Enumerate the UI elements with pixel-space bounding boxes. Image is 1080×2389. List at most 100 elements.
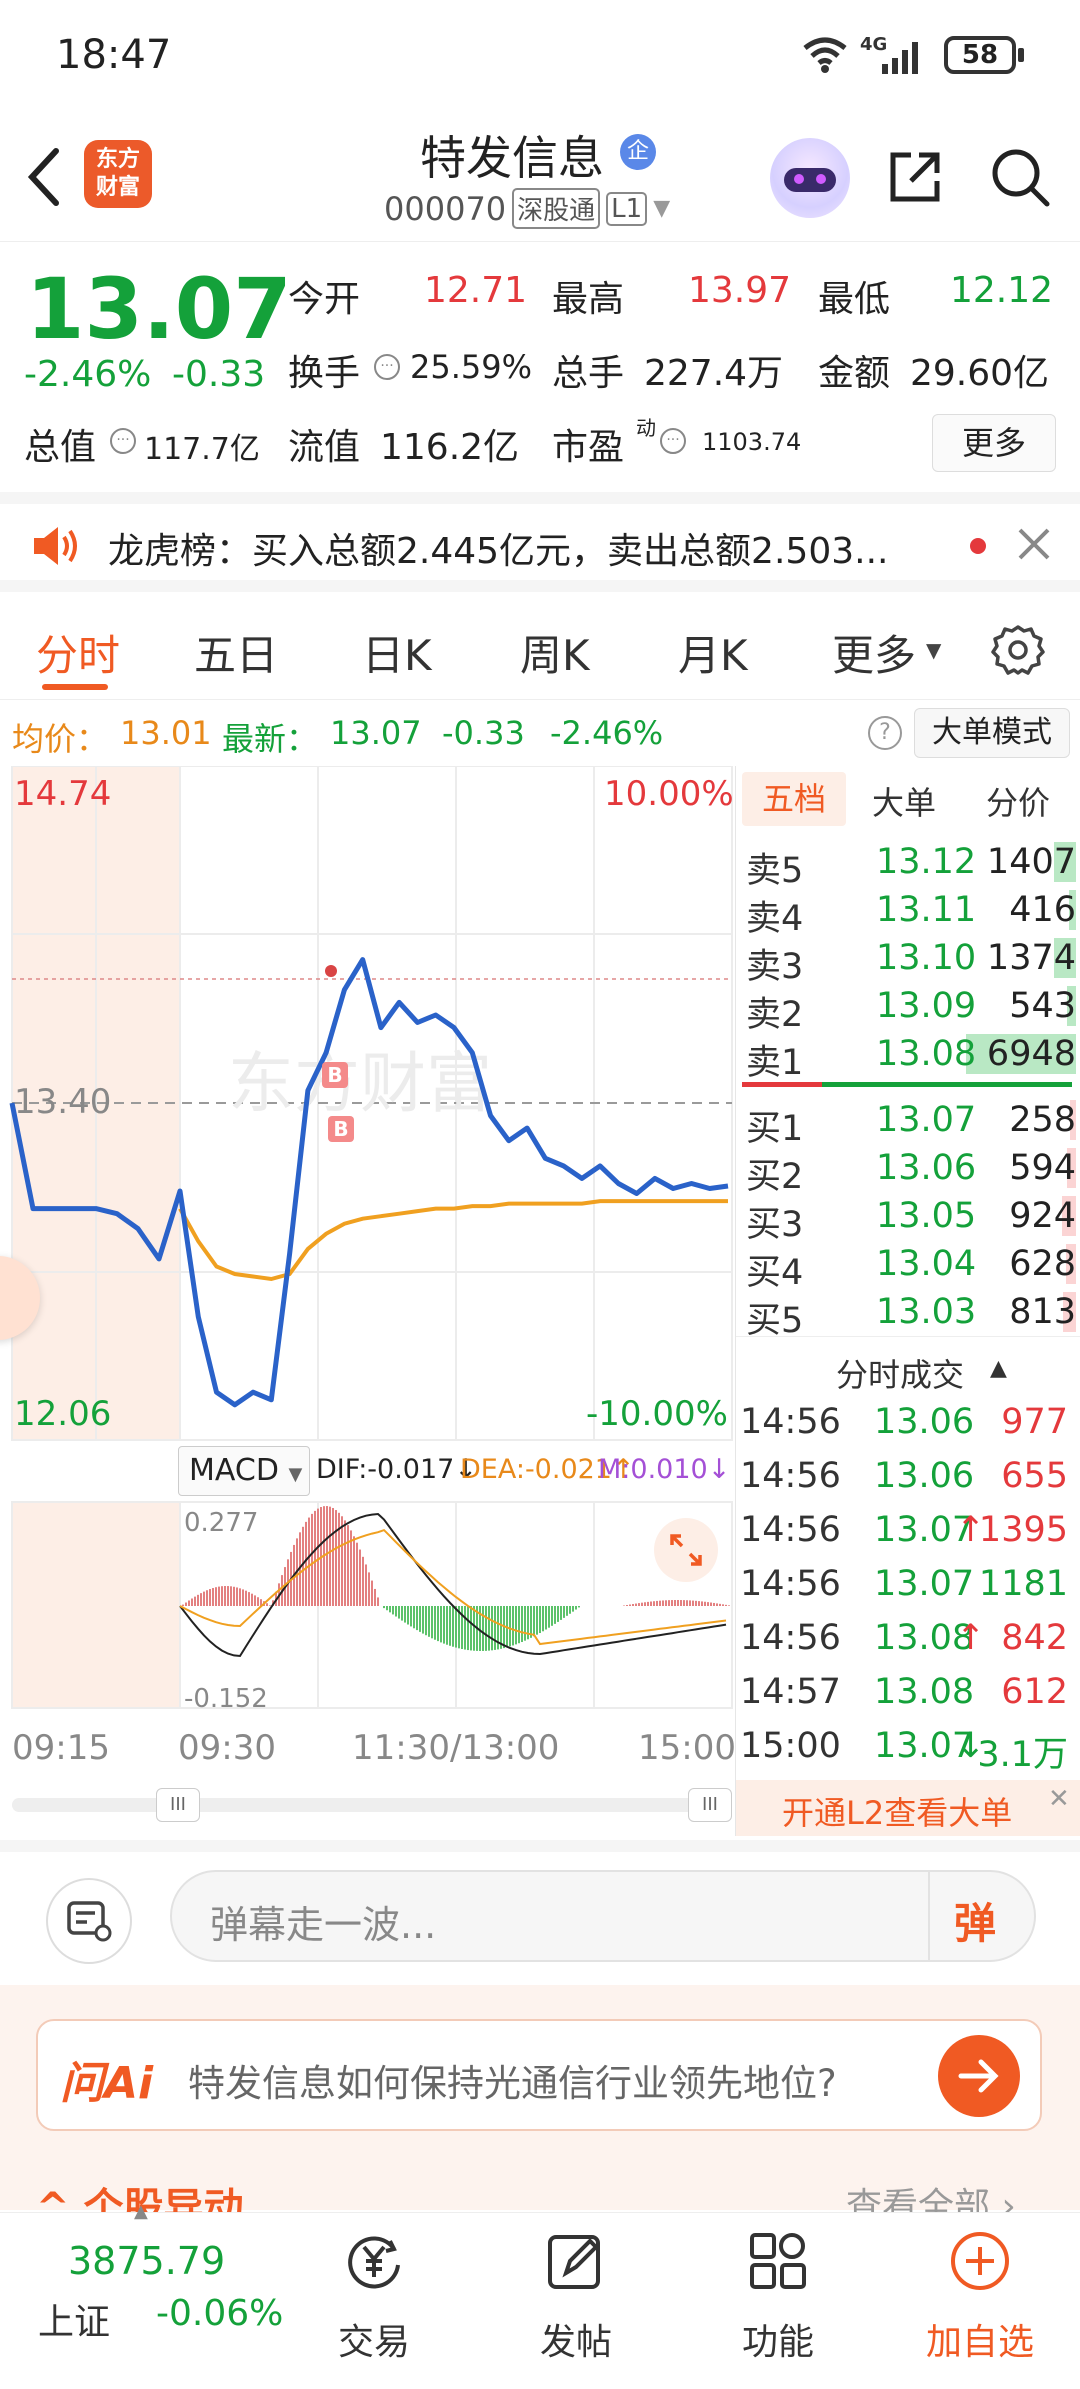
intraday-chart[interactable]: 东方财富 B B	[0, 766, 735, 1836]
time-label-midday: 11:30/13:00	[352, 1728, 560, 1768]
macd-bar	[197, 1594, 199, 1606]
tab-five-levels[interactable]: 五档	[742, 772, 846, 826]
info-icon[interactable]: ···	[660, 428, 686, 454]
time-scrollbar[interactable]	[12, 1798, 732, 1812]
bid-volume: 924	[1009, 1196, 1076, 1236]
scroll-handle-left[interactable]: III	[156, 1788, 200, 1822]
macd-bar	[386, 1606, 388, 1611]
nav-add-watchlist[interactable]: 加自选	[880, 2213, 1080, 2389]
bid-row[interactable]: 买2 13.06 594	[746, 1144, 1076, 1197]
volume-value: 227.4万	[644, 353, 784, 394]
tab-weekly-k[interactable]: 周K	[520, 622, 590, 683]
ask-row[interactable]: 卖1 13.08 6948	[746, 1030, 1076, 1083]
notice-text: 龙虎榜：买入总额2.445亿元，卖出总额2.503...	[108, 531, 889, 572]
macd-bar	[239, 1588, 241, 1606]
l2-banner[interactable]: 开通L2查看大单 ✕	[736, 1780, 1080, 1836]
intraday-chart-area[interactable]: 东方财富 B B 14.74 13.40 12.06 10.00% -10.00…	[0, 766, 736, 1836]
gear-icon[interactable]	[988, 620, 1048, 680]
macd-bar	[206, 1590, 208, 1606]
macd-bar	[191, 1598, 193, 1606]
float-value: 116.2亿	[380, 427, 520, 468]
macd-bar	[215, 1587, 217, 1606]
macd-bar	[428, 1606, 430, 1637]
bid-row[interactable]: 买5 13.03 813	[746, 1288, 1076, 1341]
tab-monthly-k[interactable]: 月K	[678, 622, 748, 683]
tab-intraday[interactable]: 分时	[36, 622, 120, 683]
macd-bar	[392, 1606, 394, 1615]
ask-row[interactable]: 卖5 13.12 1407	[746, 838, 1076, 891]
ai-logo: 问Ai	[60, 2058, 154, 2109]
stock-code-row[interactable]: 000070 深股通 L1 ▼	[384, 188, 670, 229]
share-icon[interactable]	[880, 142, 950, 212]
scroll-handle-right[interactable]: III	[688, 1788, 732, 1822]
info-icon[interactable]: ···	[374, 354, 400, 380]
big-order-mode-button[interactable]: 大单模式	[914, 708, 1070, 758]
trade-price: 13.06	[874, 1456, 975, 1496]
macd-bar	[419, 1606, 421, 1632]
index-ticker[interactable]: 3875.79 上证 -0.06%	[0, 2213, 290, 2389]
divider	[736, 1336, 1080, 1337]
macd-bar	[212, 1588, 214, 1606]
trades-title[interactable]: 分时成交	[836, 1350, 964, 1396]
index-change: -0.06%	[156, 2293, 284, 2334]
notice-bar[interactable]: 龙虎榜：买入总额2.445亿元，卖出总额2.503...	[0, 492, 1080, 592]
macd-bar	[245, 1590, 247, 1606]
bid-row[interactable]: 买1 13.07 258	[746, 1096, 1076, 1149]
tab-5day[interactable]: 五日	[194, 622, 278, 683]
tab-price-distribution[interactable]: 分价	[986, 778, 1050, 824]
ask-row[interactable]: 卖2 13.09 543	[746, 982, 1076, 1035]
macd-bar	[254, 1595, 256, 1606]
close-icon[interactable]	[1016, 526, 1052, 566]
danmaku-input[interactable]: 弹幕走一波... 弹	[170, 1870, 1036, 1962]
help-icon[interactable]: ?	[868, 716, 902, 750]
bid-row[interactable]: 买4 13.04 628	[746, 1240, 1076, 1293]
nav-function[interactable]: 功能	[678, 2213, 878, 2389]
danmaku-send-icon[interactable]: 弹	[954, 1890, 996, 1951]
tab-big-orders[interactable]: 大单	[872, 778, 936, 824]
robot-assistant-icon[interactable]	[770, 138, 850, 218]
add-circle-icon	[948, 2229, 1012, 2297]
macd-bar	[365, 1564, 367, 1606]
macd-bar	[665, 1600, 667, 1606]
buy-marker: B	[322, 1062, 348, 1088]
battery-level: 58	[961, 40, 999, 70]
macd-bar	[629, 1604, 631, 1606]
macd-bar	[626, 1604, 628, 1606]
ask-volume: 543	[1009, 986, 1076, 1026]
close-icon[interactable]: ✕	[1048, 1784, 1070, 1814]
status-bar: 18:47 4G 58	[0, 0, 1080, 110]
app-logo[interactable]: 东方 财富	[84, 140, 152, 208]
nav-trade[interactable]: 交易	[274, 2213, 474, 2389]
ask-row[interactable]: 卖3 13.10 1374	[746, 934, 1076, 987]
macd-bar	[362, 1556, 364, 1606]
info-icon[interactable]: ···	[110, 428, 136, 454]
tab-daily-k[interactable]: 日K	[362, 622, 432, 683]
macd-bar	[677, 1600, 679, 1606]
tab-more[interactable]: 更多	[832, 622, 916, 683]
macd-bar	[647, 1601, 649, 1606]
wifi-icon	[800, 34, 850, 78]
bid-row[interactable]: 买3 13.05 924	[746, 1192, 1076, 1245]
back-icon[interactable]	[14, 142, 74, 212]
open-value: 12.71	[424, 270, 528, 311]
macd-bar	[353, 1536, 355, 1606]
nav-post[interactable]: 发帖	[476, 2213, 676, 2389]
y-axis-bottom: 12.06	[14, 1394, 112, 1434]
ai-question-card[interactable]: 问Ai 特发信息如何保持光通信行业领先地位?	[36, 2019, 1042, 2131]
pct-axis-bottom: -10.00%	[586, 1394, 728, 1434]
trade-volume: 842	[1001, 1618, 1068, 1658]
amount-label: 金额	[818, 353, 891, 394]
macd-select[interactable]: MACD ▼	[178, 1446, 310, 1496]
macd-bar	[329, 1506, 331, 1606]
arrow-right-icon[interactable]	[938, 2035, 1020, 2117]
danmaku-settings-icon[interactable]	[46, 1878, 132, 1964]
bid-price: 13.07	[876, 1100, 977, 1140]
macd-bar	[473, 1606, 475, 1651]
ask-row[interactable]: 卖4 13.11 416	[746, 886, 1076, 939]
more-button[interactable]: 更多	[932, 414, 1056, 472]
bid-ask-divider-green	[822, 1082, 1072, 1087]
search-icon[interactable]	[985, 142, 1055, 212]
macd-bar	[509, 1606, 511, 1647]
expand-icon[interactable]	[654, 1518, 718, 1582]
macd-bar	[635, 1603, 637, 1606]
